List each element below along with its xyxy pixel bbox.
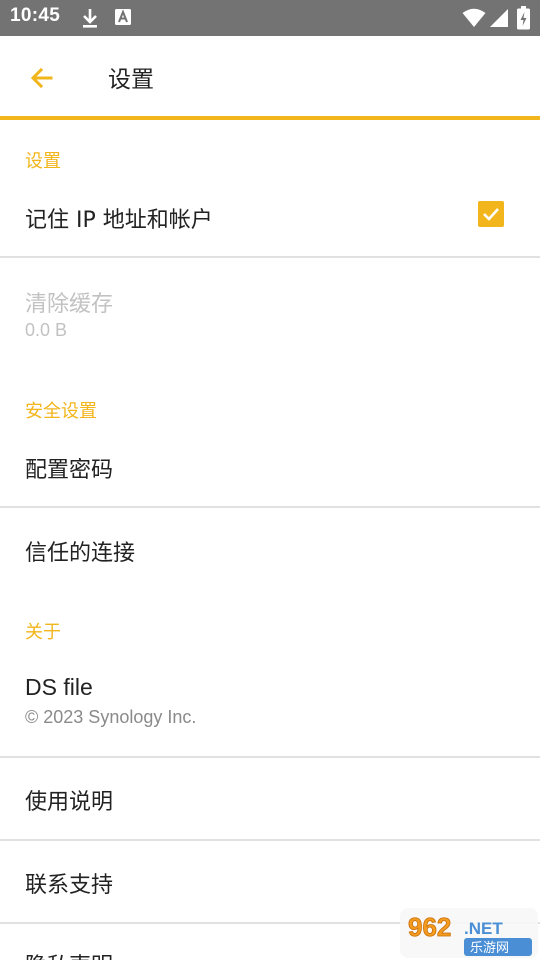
check-icon bbox=[483, 208, 499, 221]
remember-checkbox[interactable] bbox=[478, 201, 504, 227]
clear-cache-item: 清除缓存 0.0 B bbox=[0, 258, 540, 348]
status-bar: 10:45 bbox=[0, 0, 540, 36]
svg-text:乐游网: 乐游网 bbox=[470, 941, 509, 956]
wifi-icon bbox=[462, 8, 486, 32]
usage-guide-item[interactable]: 使用说明 bbox=[0, 758, 540, 839]
trusted-connections-label: 信任的连接 bbox=[25, 541, 136, 566]
contact-support-label: 联系支持 bbox=[25, 873, 114, 898]
app-bar: 设置 bbox=[0, 36, 540, 120]
battery-icon bbox=[517, 6, 530, 34]
svg-text:962: 962 bbox=[408, 912, 451, 942]
cache-size-value: 0.0 B bbox=[25, 320, 68, 340]
font-icon bbox=[114, 7, 132, 31]
remember-ip-account-label: 记住 IP 地址和帐户 bbox=[25, 208, 213, 233]
svg-text:.NET: .NET bbox=[464, 919, 503, 938]
section-header-about: 关于 bbox=[25, 622, 61, 643]
trusted-connections-item[interactable]: 信任的连接 bbox=[0, 508, 540, 588]
back-button[interactable] bbox=[24, 60, 60, 96]
usage-guide-label: 使用说明 bbox=[25, 790, 114, 815]
section-header-settings: 设置 bbox=[25, 151, 61, 172]
clear-cache-label: 清除缓存 bbox=[25, 292, 114, 317]
site-watermark-logo: 962 .NET 乐游网 bbox=[398, 906, 540, 960]
status-time: 10:45 bbox=[10, 5, 61, 26]
section-header-security: 安全设置 bbox=[25, 401, 97, 422]
page-title: 设置 bbox=[108, 67, 154, 93]
signal-icon bbox=[489, 8, 509, 32]
download-icon bbox=[80, 7, 100, 33]
arrow-left-icon bbox=[30, 67, 53, 89]
config-password-label: 配置密码 bbox=[25, 458, 114, 483]
config-password-item[interactable]: 配置密码 bbox=[0, 430, 540, 506]
app-name: DS file bbox=[25, 674, 93, 700]
copyright-text: © 2023 Synology Inc. bbox=[25, 707, 197, 727]
app-info-item[interactable]: DS file © 2023 Synology Inc. bbox=[0, 652, 540, 756]
privacy-statement-label: 隐私声明 bbox=[25, 948, 113, 960]
remember-ip-account-item[interactable]: 记住 IP 地址和帐户 bbox=[0, 180, 540, 256]
